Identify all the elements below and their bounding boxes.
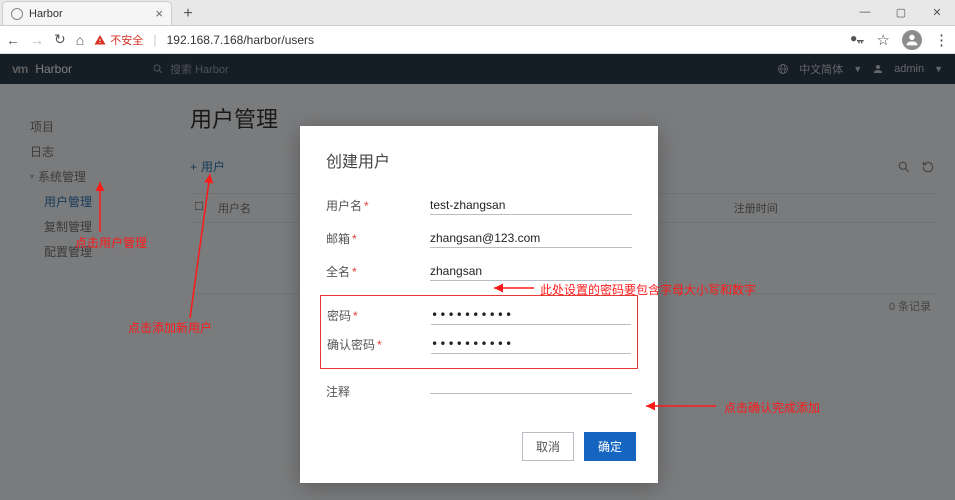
star-icon[interactable]: ☆ <box>877 31 890 49</box>
addr-right-controls: ☆ ⋮ <box>849 30 949 50</box>
label-confirm: 确认密码* <box>327 336 431 353</box>
url-text[interactable]: 192.168.7.168/harbor/users <box>167 33 314 47</box>
kebab-menu-icon[interactable]: ⋮ <box>934 31 949 49</box>
create-user-modal: 创建用户 用户名* test-zhangsan 邮箱* zhangsan@123… <box>300 126 658 483</box>
minimize-button[interactable]: — <box>847 0 883 25</box>
ssl-warning-text: 不安全 <box>110 32 143 48</box>
nav-forward-button[interactable]: → <box>30 32 44 48</box>
label-fullname: 全名* <box>326 263 430 280</box>
maximize-button[interactable]: ▢ <box>883 0 919 25</box>
row-username: 用户名* test-zhangsan <box>326 196 632 215</box>
url-divider: | <box>153 32 156 47</box>
close-tab-icon[interactable]: × <box>155 6 163 21</box>
label-password: 密码* <box>327 307 431 324</box>
nav-home-button[interactable]: ⌂ <box>76 32 84 48</box>
password-highlight-box: 密码* •••••••••• 确认密码* •••••••••• <box>320 295 638 369</box>
address-bar: ← → ↻ ⌂ 不安全 | 192.168.7.168/harbor/users… <box>0 26 955 54</box>
app-viewport: vm Harbor 搜索 Harbor 中文简体 ▼ admin ▼ 项目 日志… <box>0 54 955 500</box>
cancel-button[interactable]: 取消 <box>522 432 574 461</box>
tab-title: Harbor <box>29 8 149 20</box>
window-controls: — ▢ ✕ <box>847 0 955 25</box>
input-email[interactable]: zhangsan@123.com <box>430 229 632 248</box>
nav-reload-button[interactable]: ↻ <box>54 31 66 48</box>
input-comment[interactable] <box>430 389 632 394</box>
browser-tab[interactable]: Harbor × <box>2 1 172 25</box>
label-comment: 注释 <box>326 383 430 400</box>
label-username: 用户名* <box>326 197 430 214</box>
person-icon <box>904 32 920 48</box>
ok-button[interactable]: 确定 <box>584 432 636 461</box>
browser-tab-strip: Harbor × + — ▢ ✕ <box>0 0 955 26</box>
input-username[interactable]: test-zhangsan <box>430 196 632 215</box>
modal-footer: 取消 确定 <box>300 416 658 483</box>
row-comment: 注释 <box>326 383 632 400</box>
row-email: 邮箱* zhangsan@123.com <box>326 229 632 248</box>
new-tab-button[interactable]: + <box>176 3 200 25</box>
input-password[interactable]: •••••••••• <box>431 306 631 325</box>
input-confirm-password[interactable]: •••••••••• <box>431 335 631 354</box>
favicon-icon <box>11 8 23 20</box>
warning-icon <box>94 34 106 46</box>
key-icon[interactable] <box>849 32 865 48</box>
row-confirm: 确认密码* •••••••••• <box>327 335 631 354</box>
row-fullname: 全名* zhangsan <box>326 262 632 281</box>
nav-back-button[interactable]: ← <box>6 32 20 48</box>
row-password: 密码* •••••••••• <box>327 306 631 325</box>
ssl-warning: 不安全 <box>94 32 143 48</box>
modal-body: 用户名* test-zhangsan 邮箱* zhangsan@123.com … <box>300 196 658 416</box>
close-window-button[interactable]: ✕ <box>919 0 955 25</box>
modal-title: 创建用户 <box>300 126 658 182</box>
profile-avatar[interactable] <box>902 30 922 50</box>
label-email: 邮箱* <box>326 230 430 247</box>
input-fullname[interactable]: zhangsan <box>430 262 632 281</box>
